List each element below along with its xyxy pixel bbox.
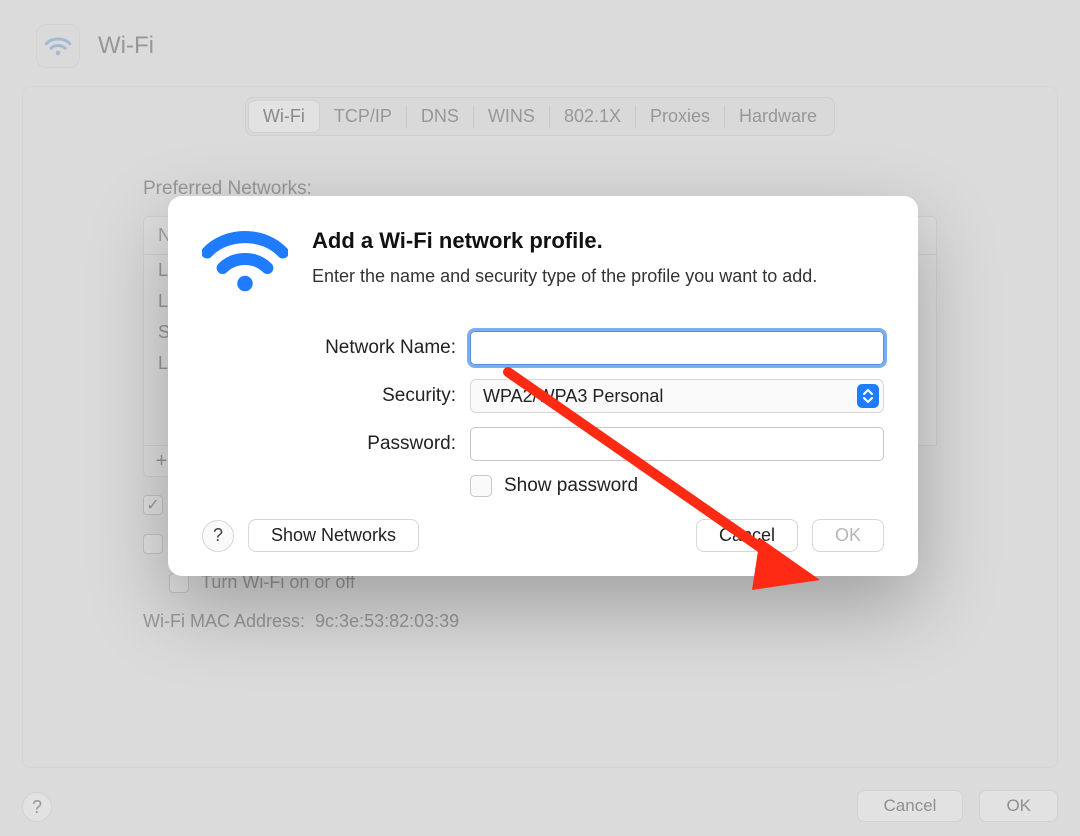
dialog-footer: ? Show Networks Cancel OK — [202, 519, 884, 552]
show-password-checkbox[interactable] — [470, 475, 492, 497]
password-input[interactable] — [470, 427, 884, 461]
dialog-help-button[interactable]: ? — [202, 520, 234, 552]
dialog-form: Network Name: Security: WPA2/WPA3 Person… — [202, 331, 884, 497]
dialog-subtitle: Enter the name and security type of the … — [312, 264, 817, 289]
wifi-icon — [202, 228, 288, 301]
network-name-label: Network Name: — [202, 337, 456, 359]
show-password-label: Show password — [504, 475, 638, 497]
network-name-input[interactable] — [470, 331, 884, 365]
chevron-up-down-icon — [857, 384, 879, 408]
add-wifi-profile-dialog: Add a Wi-Fi network profile. Enter the n… — [168, 196, 918, 576]
security-label: Security: — [202, 385, 456, 407]
password-label: Password: — [202, 433, 456, 455]
ok-button[interactable]: OK — [812, 519, 884, 552]
cancel-button[interactable]: Cancel — [696, 519, 798, 552]
security-value: WPA2/WPA3 Personal — [483, 386, 663, 407]
show-networks-button[interactable]: Show Networks — [248, 519, 419, 552]
dialog-title: Add a Wi-Fi network profile. — [312, 228, 817, 254]
security-select[interactable]: WPA2/WPA3 Personal — [470, 379, 884, 413]
